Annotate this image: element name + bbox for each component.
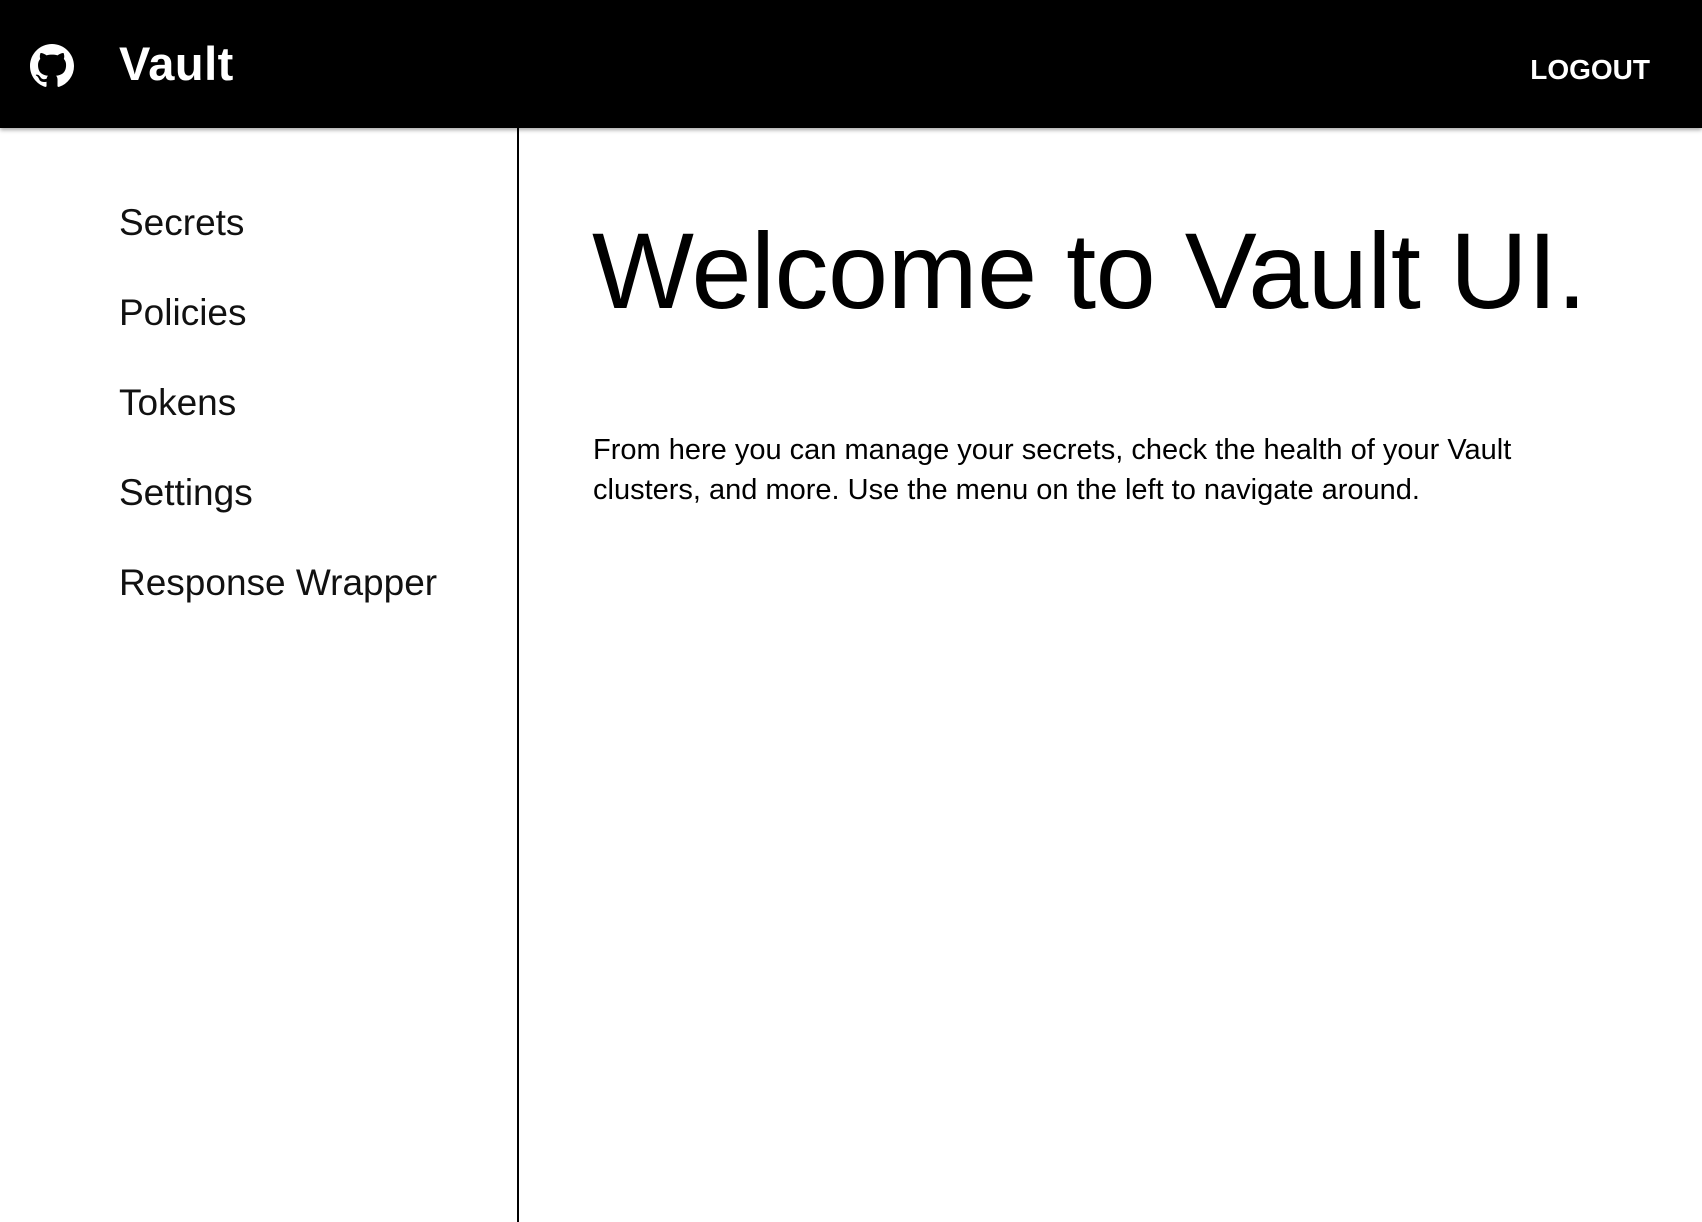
top-app-bar: Vault LOGOUT [0,0,1702,128]
sidebar-item-response-wrapper[interactable]: Response Wrapper [119,561,437,605]
app-title[interactable]: Vault [119,34,234,94]
sidebar: Secrets Policies Tokens Settings Respons… [0,128,519,1222]
sidebar-nav-list: Secrets Policies Tokens Settings Respons… [119,201,437,651]
sidebar-item-settings[interactable]: Settings [119,471,437,515]
page-title: Welcome to Vault UI. [592,210,1587,331]
sidebar-item-tokens[interactable]: Tokens [119,381,437,425]
main-content: Welcome to Vault UI. From here you can m… [519,128,1702,1222]
logout-button[interactable]: LOGOUT [1530,50,1650,90]
intro-paragraph: From here you can manage your secrets, c… [593,434,1512,506]
github-icon[interactable] [30,44,74,88]
sidebar-item-policies[interactable]: Policies [119,291,437,335]
sidebar-item-secrets[interactable]: Secrets [119,201,437,245]
